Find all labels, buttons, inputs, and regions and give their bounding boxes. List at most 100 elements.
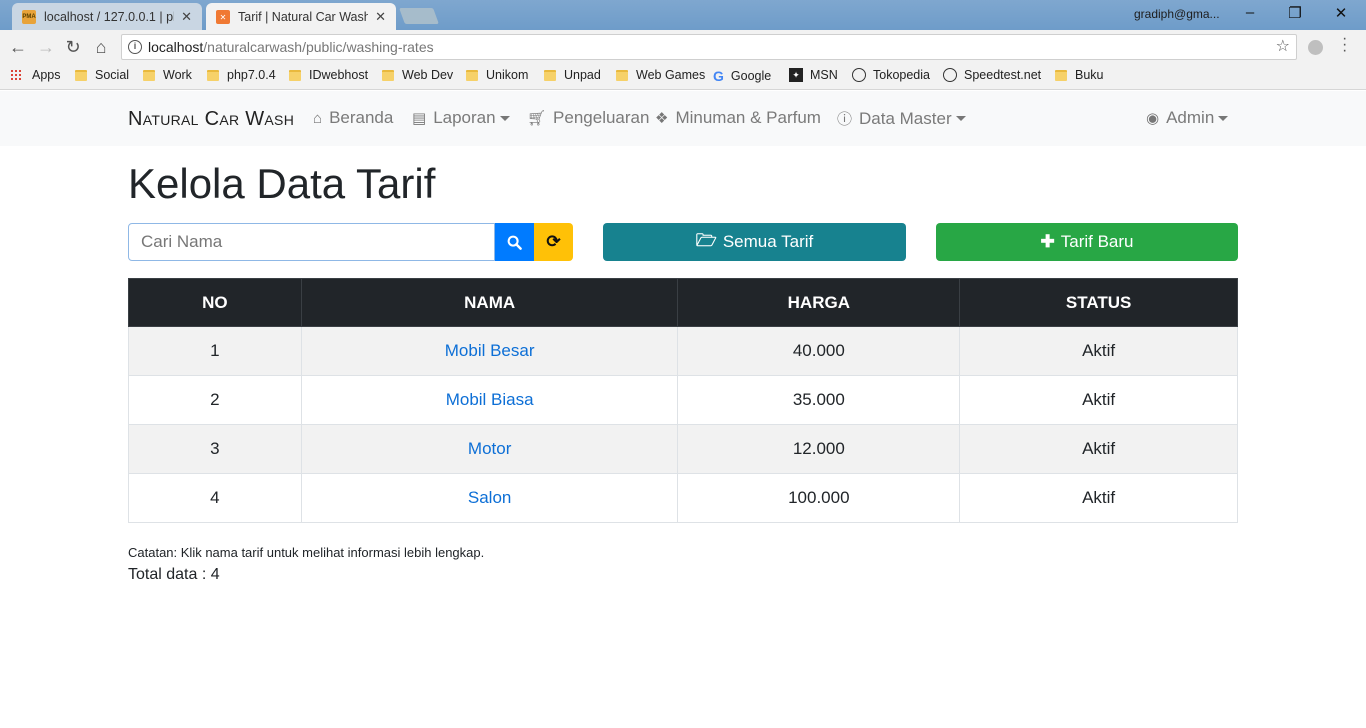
apps-grid-icon: [10, 69, 22, 81]
bookmark-speedtest[interactable]: Speedtest.net: [943, 68, 1041, 82]
refresh-button[interactable]: ⟳: [534, 223, 573, 261]
bookmark-label: Tokopedia: [873, 68, 930, 82]
table-row: 2 Mobil Biasa 35.000 Aktif: [128, 375, 1238, 425]
brand-logo[interactable]: Natural Car Wash: [128, 108, 294, 131]
close-tab-icon[interactable]: ✕: [181, 9, 192, 25]
cell-no: 3: [128, 424, 302, 474]
cell-status: Aktif: [959, 375, 1238, 425]
url-host: localhost: [148, 39, 204, 55]
bookmark-tokopedia[interactable]: Tokopedia: [852, 68, 930, 82]
extension-icon[interactable]: [1308, 40, 1323, 55]
chevron-down-icon: [1218, 115, 1229, 121]
cell-nama: Salon: [300, 473, 679, 523]
nav-beranda[interactable]: ⌂ Beranda: [313, 108, 393, 128]
bookmark-work[interactable]: Work: [143, 68, 192, 82]
browser-tab-tarif[interactable]: ✕ Tarif | Natural Car Wash ✕: [206, 3, 396, 30]
table-row: 4 Salon 100.000 Aktif: [128, 473, 1238, 523]
reload-icon[interactable]: ↻: [63, 37, 83, 58]
nav-label: Data Master: [859, 108, 952, 128]
home-icon: ⌂: [313, 109, 323, 127]
folder-icon: [289, 69, 301, 81]
cell-nama: Motor: [300, 424, 679, 474]
bookmark-buku[interactable]: Buku: [1055, 68, 1104, 82]
button-label: Semua Tarif: [722, 232, 814, 251]
cell-no: 1: [128, 326, 302, 376]
cell-harga: 35.000: [677, 375, 961, 425]
nav-admin-menu[interactable]: ◉ Admin: [1146, 108, 1229, 128]
cell-harga: 12.000: [677, 424, 961, 474]
search-input[interactable]: [128, 223, 495, 261]
back-icon[interactable]: ←: [8, 37, 28, 58]
url-path: /naturalcarwash/public/washing-rates: [203, 39, 434, 55]
bookmark-php[interactable]: php7.0.4: [207, 68, 276, 82]
forward-icon[interactable]: →: [36, 37, 56, 58]
rate-name-link[interactable]: Mobil Biasa: [446, 390, 534, 409]
bookmark-label: Work: [163, 68, 192, 82]
bookmark-apps[interactable]: Apps: [10, 68, 61, 82]
nav-label: Admin: [1166, 108, 1215, 127]
address-bar[interactable]: i localhost/naturalcarwash/public/washin…: [121, 34, 1297, 60]
browser-tab-phpmyadmin[interactable]: PMA localhost / 127.0.0.1 | php ✕: [12, 3, 202, 30]
rate-name-link[interactable]: Motor: [468, 439, 511, 458]
nav-pengeluaran[interactable]: 🛒︎ Pengeluaran: [527, 108, 649, 128]
nav-minuman-parfum[interactable]: ❖ Minuman & Parfum: [655, 108, 821, 128]
column-header-nama: NAMA: [300, 278, 679, 327]
tokopedia-icon: [852, 68, 866, 82]
bookmark-unikom[interactable]: Unikom: [466, 68, 528, 82]
close-window-icon[interactable]: ✕: [1331, 4, 1351, 22]
all-rates-button[interactable]: 🗁︎ Semua Tarif: [603, 223, 906, 261]
app-navbar: Natural Car Wash ⌂ Beranda ▤ Laporan 🛒︎ …: [0, 91, 1366, 146]
new-rate-button[interactable]: ✚ Tarif Baru: [936, 223, 1238, 261]
nav-data-master[interactable]: ⓘ Data Master: [837, 108, 966, 129]
cell-status: Aktif: [959, 326, 1238, 376]
search-icon: [507, 235, 522, 250]
new-tab-button[interactable]: [399, 8, 439, 24]
close-tab-icon[interactable]: ✕: [375, 9, 386, 25]
rate-name-link[interactable]: Mobil Besar: [445, 341, 535, 360]
cell-harga: 100.000: [677, 473, 961, 523]
chevron-down-icon: [499, 115, 510, 121]
home-icon[interactable]: ⌂: [91, 37, 111, 58]
tab-title: Tarif | Natural Car Wash: [238, 9, 368, 24]
tab-title: localhost / 127.0.0.1 | php: [44, 9, 174, 24]
bookmarks-bar: Apps Social Work php7.0.4 IDwebhost Web …: [0, 64, 1366, 90]
browser-profile-label[interactable]: gradiph@gma...: [1134, 7, 1220, 21]
folder-icon: [143, 69, 155, 81]
cell-nama: Mobil Biasa: [300, 375, 679, 425]
folder-icon: [382, 69, 394, 81]
search-button[interactable]: [495, 223, 534, 261]
bookmark-label: IDwebhost: [309, 68, 369, 82]
bookmark-unpad[interactable]: Unpad: [544, 68, 601, 82]
bookmark-webgames[interactable]: Web Games: [616, 68, 705, 82]
restore-icon[interactable]: ❐: [1285, 4, 1305, 22]
column-header-no: NO: [128, 278, 302, 327]
bookmark-google[interactable]: G Google: [713, 68, 771, 84]
bookmark-label: Speedtest.net: [964, 68, 1042, 82]
bookmark-star-icon[interactable]: ☆: [1276, 35, 1290, 59]
nav-laporan[interactable]: ▤ Laporan: [412, 108, 510, 128]
rate-name-link[interactable]: Salon: [468, 488, 511, 507]
bookmark-social[interactable]: Social: [75, 68, 129, 82]
bookmark-msn[interactable]: ✦ MSN: [789, 68, 838, 82]
total-count: Total data : 4: [128, 566, 220, 583]
speedtest-icon: [943, 68, 957, 82]
cell-harga: 40.000: [677, 326, 961, 376]
column-header-harga: HARGA: [677, 278, 961, 327]
bookmark-webdev[interactable]: Web Dev: [382, 68, 453, 82]
folder-icon: [207, 69, 219, 81]
page-title: Kelola Data Tarif: [128, 160, 436, 207]
table-row: 1 Mobil Besar 40.000 Aktif: [128, 326, 1238, 376]
column-header-status: STATUS: [959, 278, 1238, 327]
google-icon: G: [713, 68, 724, 84]
site-info-icon[interactable]: i: [128, 40, 142, 54]
bookmark-idwebhost[interactable]: IDwebhost: [289, 68, 368, 82]
table-header-row: NO NAMA HARGA STATUS: [128, 278, 1238, 327]
cell-no: 2: [128, 375, 302, 425]
search-group: ⟳: [128, 223, 573, 261]
bookmark-label: Unpad: [564, 68, 601, 82]
cell-status: Aktif: [959, 473, 1238, 523]
folder-icon: [544, 69, 556, 81]
browser-menu-icon[interactable]: · · ·: [1342, 31, 1347, 59]
minimize-icon[interactable]: –: [1240, 4, 1260, 21]
nav-label: Laporan: [433, 108, 496, 127]
